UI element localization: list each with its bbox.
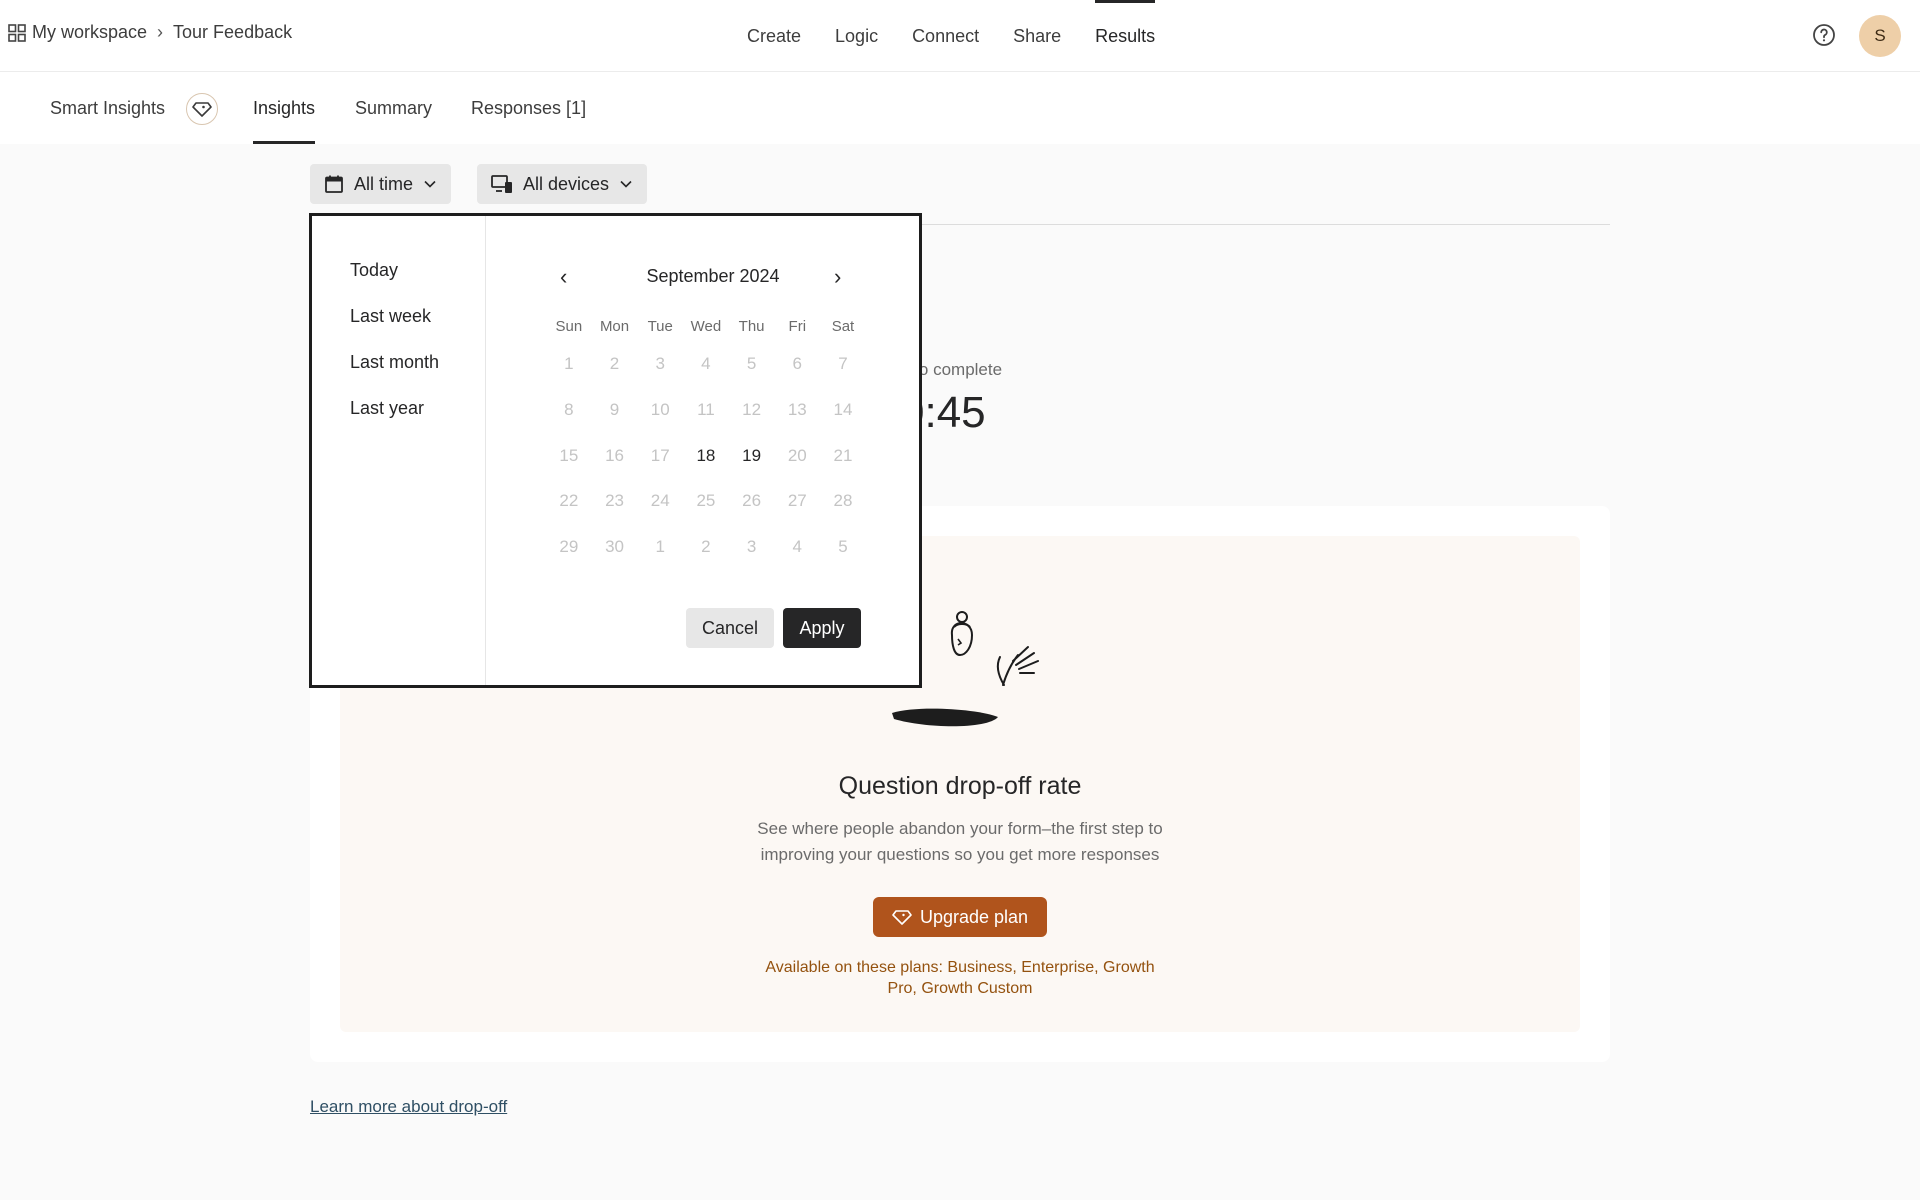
preset-last-year[interactable]: Last year [350,398,424,419]
calendar-day: 2 [701,537,711,557]
calendar-day: 12 [742,399,762,419]
apps-grid-icon[interactable] [8,23,26,42]
weekday-label: Sat [831,318,855,335]
nav-results[interactable]: Results [1078,0,1172,72]
nav-create[interactable]: Create [730,0,818,72]
calendar-day: 20 [787,445,807,465]
calendar-day: 10 [650,399,670,419]
calendar-day: 9 [609,399,620,419]
calendar-day: 4 [792,537,803,557]
calendar-days-grid: 1 2 3 4 5 6 7 8 9 10 11 12 13 14 15 16 17 18 19 20 21 22 23 24 2… [546,350,866,579]
available-plans-line: Pro, Growth Custom [887,980,1033,997]
calendar-day: 5 [838,537,848,557]
calendar-day: 1 [564,354,574,373]
calendar-day: 6 [792,354,803,373]
weekday-label: Tue [647,318,673,335]
devices-filter-button[interactable]: All devices [477,164,648,204]
dropoff-description: See where people abandon your form–the f… [710,816,1210,868]
dropoff-title: Question drop-off rate [838,772,1082,800]
calendar-day: 28 [833,491,853,511]
calendar-month-title: September 2024 [646,266,780,286]
calendar-day: 5 [746,354,757,373]
calendar-day: 17 [650,445,670,465]
calendar-day: 2 [609,354,620,373]
calendar-day: 23 [605,491,624,511]
calendar-day: 25 [696,491,716,511]
calendar-day: 3 [746,537,757,557]
devices-filter-label: All devices [523,173,610,194]
diamond-icon [892,910,912,925]
sub-tabs: Smart Insights Insights Summary Response… [0,72,1920,144]
calendar-day: 30 [605,537,624,557]
weekday-label: Mon [599,318,630,335]
dropoff-description-line: improving your questions so you get more… [760,845,1160,864]
tab-responses[interactable]: Responses [1] [471,72,586,144]
preset-today[interactable]: Today [350,260,398,281]
calendar-day: 26 [742,491,762,511]
available-plans-line: Available on these plans: Business, Ente… [765,959,1155,976]
calendar-day: 14 [833,399,853,419]
nav-share[interactable]: Share [996,0,1078,72]
calendar-day: 21 [833,445,853,465]
calendar-day: 11 [697,399,715,419]
weekday-label: Thu [738,318,765,335]
chevron-right-icon: › [157,22,164,42]
main-nav: Create Logic Connect Share Results [730,0,1172,72]
breadcrumb-form-link[interactable]: Tour Feedback [173,22,292,43]
date-range-popup: Today Last week Last month Last year ‹ S… [309,213,922,688]
calendar-day: 16 [605,445,624,465]
breadcrumb: My workspace › Tour Feedback [8,22,292,43]
apply-button[interactable]: Apply [783,608,861,648]
previous-month-icon[interactable]: ‹ [560,264,567,290]
calendar-day: 8 [564,399,574,419]
calendar-day: 27 [787,491,807,511]
premium-badge [186,93,218,125]
learn-more-link[interactable]: Learn more about drop-off [310,1097,507,1117]
time-filter-button[interactable]: All time [310,164,452,204]
upgrade-plan-label: Upgrade plan [919,906,1029,927]
calendar-day[interactable]: 18 [683,442,729,488]
next-month-icon[interactable]: › [834,264,841,290]
tab-insights[interactable]: Insights [253,72,316,144]
weekday-header: Sun Mon Tue Wed Thu Fri Sat [546,318,866,335]
chevron-down-icon [620,180,632,188]
calendar-icon [325,175,343,193]
preset-last-month[interactable]: Last month [350,352,439,373]
breadcrumb-workspace-link[interactable]: My workspace [32,22,147,43]
calendar-day: 13 [787,399,807,419]
date-presets: Today Last week Last month Last year [312,216,486,685]
weekday-label: Wed [690,318,722,335]
diamond-icon [192,102,212,117]
calendar-day: 1 [655,537,665,557]
weekday-label: Sun [555,318,583,335]
top-bar: My workspace › Tour Feedback Create Logi… [0,0,1920,72]
cancel-button[interactable]: Cancel [686,608,774,648]
calendar-day: 7 [838,354,848,373]
calendar-day: 24 [650,491,670,511]
nav-logic[interactable]: Logic [818,0,895,72]
calendar-day: 15 [559,445,579,465]
calendar-day: 22 [559,491,579,511]
tab-summary[interactable]: Summary [355,72,432,144]
calendar-day: 4 [701,354,711,373]
user-avatar[interactable]: S [1859,15,1901,57]
preset-last-week[interactable]: Last week [350,306,431,327]
weekday-label: Fri [788,318,807,335]
calendar-day: 3 [655,354,665,373]
available-plans-text: Available on these plans: Business, Ente… [740,957,1180,999]
tab-smart-insights[interactable]: Smart Insights [50,72,165,144]
upgrade-plan-button[interactable]: Upgrade plan [873,897,1047,937]
dropoff-description-line: See where people abandon your form–the f… [757,819,1163,838]
time-filter-label: All time [354,173,414,194]
nav-connect[interactable]: Connect [895,0,996,72]
chevron-down-icon [424,180,436,188]
calendar-day[interactable]: 19 [729,442,775,488]
devices-icon [491,175,512,193]
help-icon[interactable] [1812,23,1836,47]
calendar-day: 29 [559,537,579,557]
